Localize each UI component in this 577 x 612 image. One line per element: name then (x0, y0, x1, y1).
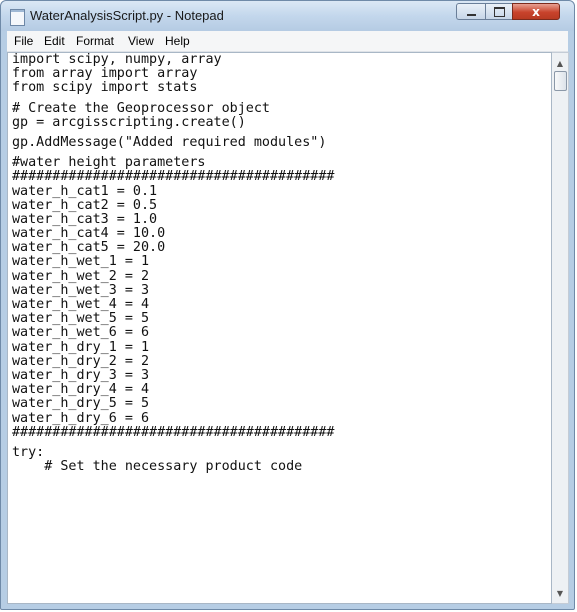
vertical-scrollbar[interactable]: ▲ ▼ (552, 52, 569, 604)
code-line: water_h_dry_4 = 4 (12, 382, 150, 398)
title-bar[interactable]: WaterAnalysisScript.py - Notepad x (1, 1, 574, 31)
code-line: ######################################## (12, 424, 335, 440)
menu-bar: File Edit Format View Help (7, 31, 568, 52)
arrow-up-icon: ▲ (556, 58, 564, 68)
text-editor[interactable]: import scipy, numpy, array from array imp… (7, 52, 552, 604)
scroll-thumb[interactable] (554, 71, 567, 91)
menu-help[interactable]: Help (165, 34, 190, 48)
code-line: import scipy, numpy, array (12, 52, 222, 67)
maximize-button[interactable] (485, 3, 512, 20)
menu-edit[interactable]: Edit (44, 34, 65, 48)
maximize-icon (493, 6, 505, 17)
code-line: water_h_wet_5 = 5 (12, 311, 150, 327)
code-line: ######################################## (12, 169, 335, 185)
code-line: gp.AddMessage("Added required modules") (12, 134, 327, 150)
code-text: import scipy, numpy, array from array imp… (12, 53, 334, 474)
code-line: water_h_wet_2 = 2 (12, 268, 150, 284)
code-line: water_h_dry_5 = 5 (12, 396, 150, 412)
scroll-up-button[interactable]: ▲ (552, 55, 568, 71)
code-line: water_h_cat3 = 1.0 (12, 211, 158, 227)
close-icon: x (532, 4, 540, 19)
code-line: from scipy import stats (12, 80, 198, 96)
code-line: water_h_cat1 = 0.1 (12, 183, 158, 199)
menu-format[interactable]: Format (76, 34, 114, 48)
code-line: water_h_dry_1 = 1 (12, 339, 150, 355)
menu-view[interactable]: View (128, 34, 154, 48)
code-line: water_h_dry_6 = 6 (12, 410, 150, 426)
code-line: water_h_cat5 = 20.0 (12, 240, 166, 256)
code-line: water_h_wet_6 = 6 (12, 325, 150, 341)
code-line: from array import array (12, 66, 198, 82)
code-line: water_h_dry_2 = 2 (12, 353, 150, 369)
window-title: WaterAnalysisScript.py - Notepad (30, 8, 224, 23)
code-line: gp = arcgisscripting.create() (12, 114, 246, 130)
code-line: water_h_wet_4 = 4 (12, 297, 150, 312)
code-line: try: (12, 444, 45, 460)
code-line: water_h_wet_1 = 1 (12, 254, 150, 270)
code-line: water_h_cat4 = 10.0 (12, 226, 166, 242)
code-line: # Create the Geoprocessor object (12, 100, 270, 116)
code-line: water_h_dry_3 = 3 (12, 367, 150, 383)
minimize-button[interactable] (456, 3, 485, 20)
close-button[interactable]: x (512, 3, 560, 20)
code-line: # Set the necessary product code (12, 459, 303, 475)
menu-file[interactable]: File (14, 34, 33, 48)
notepad-icon[interactable] (10, 9, 25, 26)
code-line: #water height parameters (12, 155, 206, 171)
code-line: water_h_wet_3 = 3 (12, 282, 150, 298)
notepad-window: WaterAnalysisScript.py - Notepad x File … (0, 0, 575, 610)
arrow-down-icon: ▼ (556, 588, 564, 598)
code-line: water_h_cat2 = 0.5 (12, 197, 158, 213)
scroll-down-button[interactable]: ▼ (552, 585, 568, 601)
minimize-icon (466, 13, 476, 16)
